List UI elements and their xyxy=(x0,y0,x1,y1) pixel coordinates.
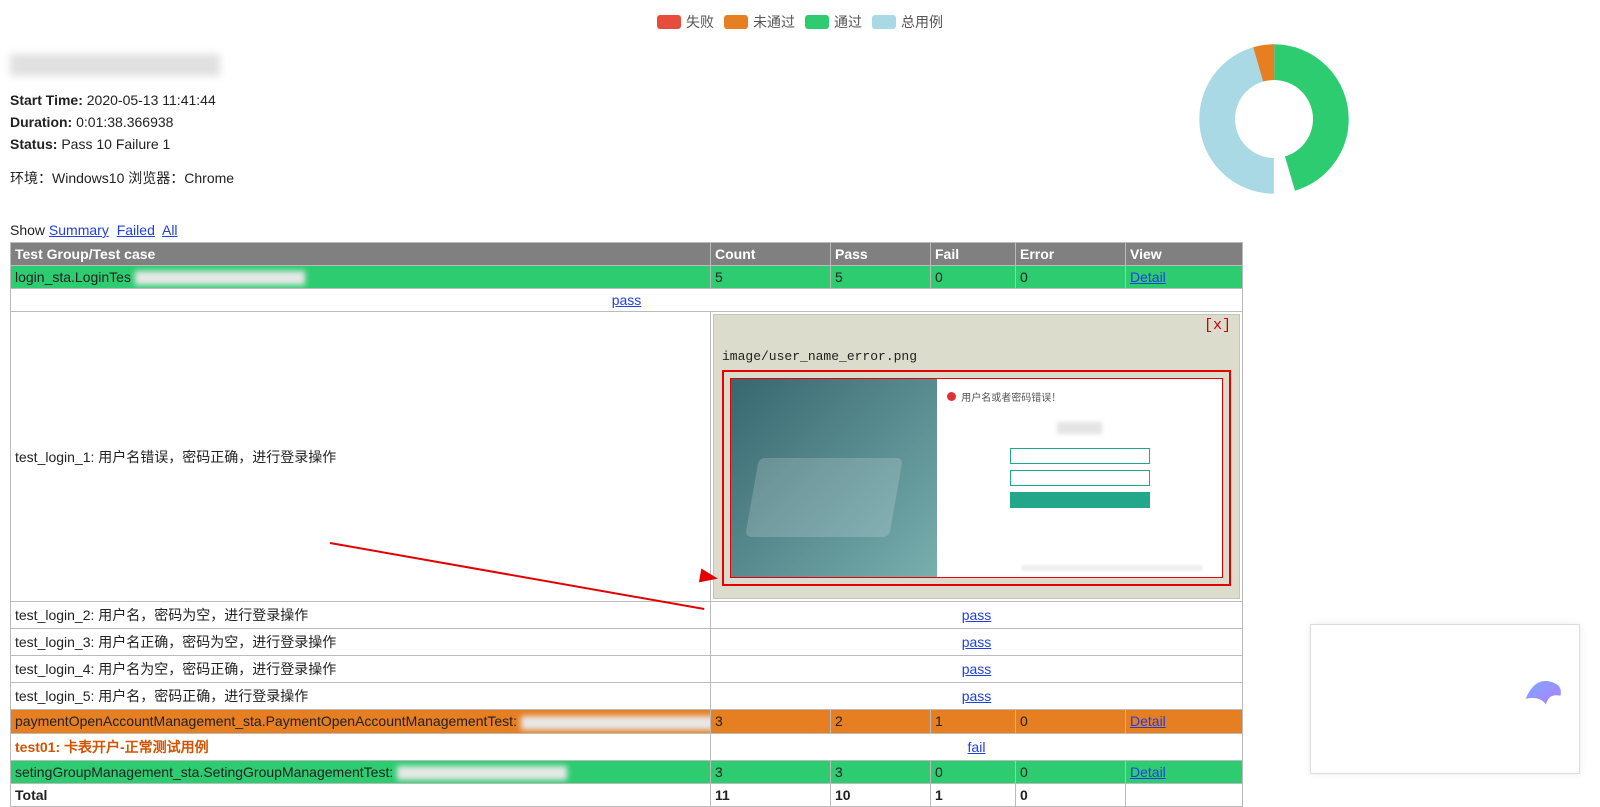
blurred-text xyxy=(397,766,567,780)
show-failed-link[interactable]: Failed xyxy=(117,222,155,238)
notrun-swatch xyxy=(724,15,748,29)
total-row: Total 11 10 1 0 xyxy=(11,783,1243,806)
group-row-login: login_sta.LoginTes 5 5 0 0 Detail xyxy=(11,266,1243,289)
col-testcase: Test Group/Test case xyxy=(11,243,711,266)
legend-item-total: 总用例 xyxy=(872,12,943,32)
test-name-fail: test01: 卡表开户-正常测试用例 xyxy=(15,739,209,755)
result-link[interactable]: pass xyxy=(612,292,642,308)
group-row-payment: paymentOpenAccountManagement_sta.Payment… xyxy=(11,710,1243,733)
legend-item-fail: 失败 xyxy=(657,12,714,32)
filter-links: Show Summary Failed All xyxy=(10,222,1590,238)
fail-swatch xyxy=(657,15,681,29)
error-text: 用户名或者密码错误！ xyxy=(961,389,1061,404)
result-link[interactable]: pass xyxy=(962,688,992,704)
legend-label: 总用例 xyxy=(901,12,943,32)
error-toast: 用户名或者密码错误！ xyxy=(947,389,1061,404)
pass-swatch xyxy=(805,15,829,29)
result-link[interactable]: pass xyxy=(962,634,992,650)
error-icon xyxy=(947,392,956,401)
screenshot-path: image/user_name_error.png xyxy=(722,349,1231,364)
test-row: test_login_4: 用户名为空，密码正确，进行登录操作 pass xyxy=(11,656,1243,683)
col-count: Count xyxy=(711,243,831,266)
status: Status: Pass 10 Failure 1 xyxy=(10,136,958,152)
screenshot-highlight: 用户名或者密码错误！ xyxy=(722,370,1231,586)
legend-item-pass: 通过 xyxy=(805,12,862,32)
password-input xyxy=(1010,470,1150,486)
detail-link[interactable]: Detail xyxy=(1130,764,1166,780)
col-error: Error xyxy=(1016,243,1126,266)
result-link[interactable]: fail xyxy=(968,739,986,755)
col-fail: Fail xyxy=(931,243,1016,266)
test-name: test_login_1: 用户名错误，密码正确，进行登录操作 xyxy=(11,312,711,602)
col-pass: Pass xyxy=(831,243,931,266)
login-footer-blurred xyxy=(1022,565,1202,571)
detail-panel: [x] image/user_name_error.png 用户名或者密码错误！ xyxy=(713,314,1240,599)
login-title-blurred xyxy=(1057,422,1102,434)
report-title-blurred xyxy=(10,54,220,76)
test-row: test_login_2: 用户名，密码为空，进行登录操作 pass xyxy=(11,602,1243,629)
start-time: Start Time: 2020-05-13 11:41:44 xyxy=(10,92,958,108)
group-name: setingGroupManagement_sta.SetingGroupMan… xyxy=(15,764,393,780)
screenshot-login-right: 用户名或者密码错误！ xyxy=(937,379,1222,577)
group-row-seting: setingGroupManagement_sta.SetingGroupMan… xyxy=(11,760,1243,783)
table-header-row: Test Group/Test case Count Pass Fail Err… xyxy=(11,243,1243,266)
test-name: test_login_2: 用户名，密码为空，进行登录操作 xyxy=(11,602,711,629)
username-input xyxy=(1010,448,1150,464)
result-donut-chart xyxy=(1199,44,1349,194)
test-name: test_login_3: 用户名正确，密码为空，进行登录操作 xyxy=(11,629,711,656)
test-detail-row: test_login_1: 用户名错误，密码正确，进行登录操作 [x] imag… xyxy=(11,312,1243,602)
test-name: test_login_5: 用户名，密码正确，进行登录操作 xyxy=(11,683,711,710)
test-row: test_login_5: 用户名，密码正确，进行登录操作 pass xyxy=(11,683,1243,710)
blurred-text xyxy=(135,271,305,285)
test-row: test_login_3: 用户名正确，密码为空，进行登录操作 pass xyxy=(11,629,1243,656)
chart-legend: 失败 未通过 通过 总用例 xyxy=(10,0,1590,44)
result-link[interactable]: pass xyxy=(962,661,992,677)
group-name: paymentOpenAccountManagement_sta.Payment… xyxy=(15,713,517,729)
group-name: login_sta.LoginTes xyxy=(15,269,131,285)
col-view: View xyxy=(1126,243,1243,266)
screenshot-image: 用户名或者密码错误！ xyxy=(730,378,1223,578)
show-label: Show xyxy=(10,222,45,238)
blurred-text xyxy=(521,716,711,730)
show-all-link[interactable]: All xyxy=(162,222,178,238)
result-link[interactable]: pass xyxy=(962,607,992,623)
close-icon[interactable]: [x] xyxy=(1204,317,1231,334)
login-button xyxy=(1010,492,1150,508)
detail-link[interactable]: Detail xyxy=(1130,269,1166,285)
test-row: pass xyxy=(11,289,1243,312)
screenshot-photo-left xyxy=(731,379,937,577)
legend-label: 失败 xyxy=(686,12,714,32)
legend-item-notrun: 未通过 xyxy=(724,12,795,32)
legend-label: 未通过 xyxy=(753,12,795,32)
show-summary-link[interactable]: Summary xyxy=(49,222,109,238)
detail-link[interactable]: Detail xyxy=(1130,713,1166,729)
total-swatch xyxy=(872,15,896,29)
test-row: test01: 卡表开户-正常测试用例 fail xyxy=(11,733,1243,760)
results-table: Test Group/Test case Count Pass Fail Err… xyxy=(10,242,1243,807)
legend-label: 通过 xyxy=(834,12,862,32)
test-name: test_login_4: 用户名为空，密码正确，进行登录操作 xyxy=(11,656,711,683)
duration: Duration: 0:01:38.366938 xyxy=(10,114,958,130)
hummingbird-icon[interactable] xyxy=(1514,661,1572,719)
environment: 环境：Windows10 浏览器：Chrome xyxy=(10,168,958,188)
